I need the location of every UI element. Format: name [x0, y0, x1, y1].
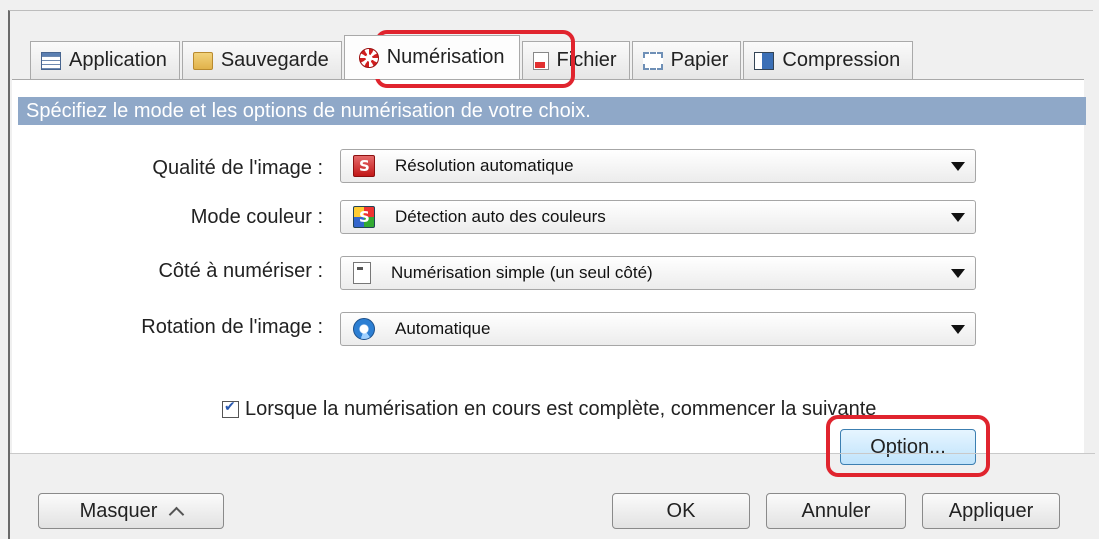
dropdown-arrow-icon[interactable] [951, 268, 965, 278]
continue-scan-label: Lorsque la numérisation en cours est com… [245, 398, 877, 420]
single-side-icon [353, 262, 371, 284]
folder-icon [192, 51, 213, 70]
apply-button[interactable]: Appliquer [922, 493, 1060, 529]
tab-numerisation[interactable]: Numérisation [343, 35, 520, 79]
compression-icon [754, 51, 775, 70]
cancel-button[interactable]: Annuler [766, 493, 906, 529]
quality-value: Résolution automatique [395, 156, 574, 175]
tab-label: Numérisation [386, 46, 505, 68]
dropdown-arrow-icon[interactable] [951, 161, 965, 171]
rotation-value: Automatique [395, 319, 491, 338]
quality-label: Qualité de l'image : [152, 157, 323, 179]
tab-fichier[interactable]: Fichier [521, 41, 630, 79]
option-button[interactable]: Option... [840, 429, 976, 465]
application-icon [41, 51, 61, 70]
tab-label: Application [69, 49, 167, 71]
continue-scan-checkbox[interactable] [222, 399, 239, 418]
quality-icon [353, 155, 375, 177]
tab-compression[interactable]: Compression [743, 41, 914, 79]
tab-application[interactable]: Application [30, 41, 180, 79]
file-icon [532, 51, 549, 70]
hide-button-label: Masquer [79, 499, 158, 522]
footer-divider [10, 453, 1095, 454]
scan-side-value: Numérisation simple (un seul côté) [391, 263, 653, 282]
dropdown-arrow-icon[interactable] [951, 212, 965, 222]
paper-icon [642, 51, 663, 70]
tab-label: Sauvegarde [220, 49, 329, 71]
continue-scan-option[interactable]: Lorsque la numérisation en cours est com… [222, 398, 876, 421]
tab-label: Compression [782, 49, 901, 71]
tab-strip: Application Sauvegarde Numérisation Fich… [30, 31, 915, 79]
quality-select[interactable]: Résolution automatique [340, 149, 976, 183]
rotation-icon [353, 318, 375, 340]
chevron-up-icon [169, 506, 185, 522]
color-mode-label: Mode couleur : [190, 206, 323, 228]
dropdown-arrow-icon[interactable] [951, 324, 965, 334]
ok-button[interactable]: OK [612, 493, 750, 529]
panel-header: Spécifiez le mode et les options de numé… [18, 97, 1086, 125]
rotation-label: Rotation de l'image : [141, 316, 323, 338]
color-mode-value: Détection auto des couleurs [395, 207, 606, 226]
tab-sauvegarde[interactable]: Sauvegarde [181, 41, 342, 79]
hide-button[interactable]: Masquer [38, 493, 224, 529]
rotation-select[interactable]: Automatique [340, 312, 976, 346]
scan-side-select[interactable]: Numérisation simple (un seul côté) [340, 256, 976, 290]
tab-label: Fichier [556, 49, 617, 71]
color-icon [353, 206, 375, 228]
tab-papier[interactable]: Papier [631, 41, 742, 79]
tab-label: Papier [670, 49, 729, 71]
scan-side-label: Côté à numériser : [158, 260, 323, 282]
scan-icon [358, 47, 379, 68]
color-mode-select[interactable]: Détection auto des couleurs [340, 200, 976, 234]
